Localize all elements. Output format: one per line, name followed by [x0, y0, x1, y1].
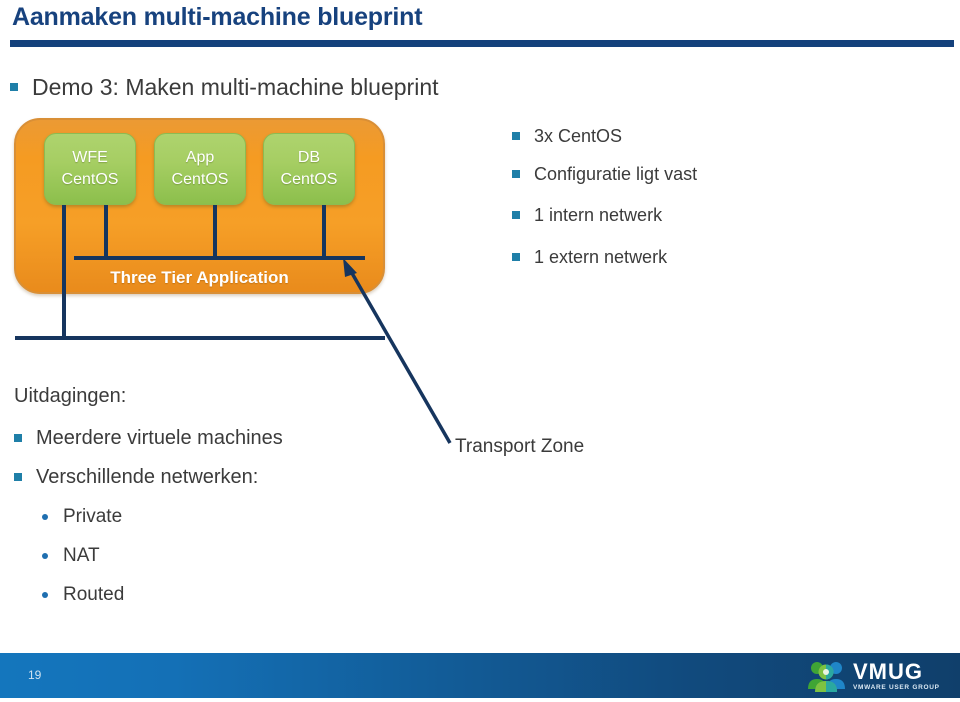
vm-box-app: App CentOS — [154, 133, 246, 205]
vmug-wordmark: VMUG VMWARE USER GROUP — [853, 658, 940, 692]
demo-bullet-row: Demo 3: Maken multi-machine blueprint — [10, 72, 439, 102]
vm-role-label: App — [185, 149, 215, 166]
right-bullet-row: Configuratie ligt vast — [512, 162, 697, 186]
transport-zone-label: Transport Zone — [455, 436, 585, 457]
square-bullet-icon — [512, 253, 520, 261]
dot-bullet-icon — [42, 592, 48, 598]
right-bullet-label: 1 extern netwerk — [534, 247, 668, 267]
square-bullet-icon — [14, 473, 22, 481]
square-bullet-icon — [512, 211, 520, 219]
network-type-label: NAT — [63, 545, 100, 566]
challenge-bullet-row: Verschillende netwerken: — [14, 464, 258, 490]
right-bullet-row: 1 intern netwerk — [512, 203, 662, 227]
network-connector-lines — [15, 205, 452, 444]
vmug-logo: VMUG VMWARE USER GROUP — [806, 655, 946, 697]
square-bullet-icon — [14, 434, 22, 442]
vm-box-wfe: WFE CentOS — [44, 133, 136, 205]
three-tier-application-label: Three Tier Application — [110, 268, 289, 287]
network-type-row: Routed — [42, 583, 124, 607]
network-type-label: Private — [63, 506, 123, 527]
transport-zone-pointer-line — [347, 267, 452, 444]
challenge-bullet-row: Meerdere virtuele machines — [14, 425, 283, 451]
vm-os-label: CentOS — [61, 171, 119, 188]
right-bullet-label: 1 intern netwerk — [534, 205, 663, 225]
right-bullet-label: Configuratie ligt vast — [534, 164, 698, 184]
challenges-heading: Uitdagingen: — [14, 385, 127, 407]
slide-canvas: Aanmaken multi-machine blueprint Demo 3:… — [0, 0, 960, 702]
network-type-row: Private — [42, 505, 122, 529]
vm-role-label: WFE — [72, 149, 108, 166]
vm-os-label: CentOS — [280, 171, 338, 188]
demo-bullet-label: Demo 3: Maken multi-machine blueprint — [32, 74, 439, 100]
square-bullet-icon — [512, 132, 520, 140]
square-bullet-icon — [10, 83, 18, 91]
vm-os-label: CentOS — [171, 171, 229, 188]
network-type-label: Routed — [63, 584, 125, 605]
right-bullet-label: 3x CentOS — [534, 126, 623, 146]
page-number: 19 — [28, 668, 42, 682]
network-type-row: NAT — [42, 544, 100, 568]
dot-bullet-icon — [42, 514, 48, 520]
vmug-people-mark-icon — [808, 662, 845, 692]
right-bullet-row: 1 extern netwerk — [512, 245, 667, 269]
vm-role-label: DB — [297, 149, 321, 166]
challenge-label: Verschillende netwerken: — [36, 466, 259, 488]
right-bullet-row: 3x CentOS — [512, 124, 622, 148]
challenge-label: Meerdere virtuele machines — [36, 427, 283, 449]
title-underline-rule — [10, 40, 954, 47]
vmug-name-label: VMUG — [853, 658, 923, 684]
page-title: Aanmaken multi-machine blueprint — [12, 3, 423, 31]
vm-box-db: DB CentOS — [263, 133, 355, 205]
square-bullet-icon — [512, 170, 520, 178]
dot-bullet-icon — [42, 553, 48, 559]
vmug-tagline-label: VMWARE USER GROUP — [853, 683, 940, 691]
